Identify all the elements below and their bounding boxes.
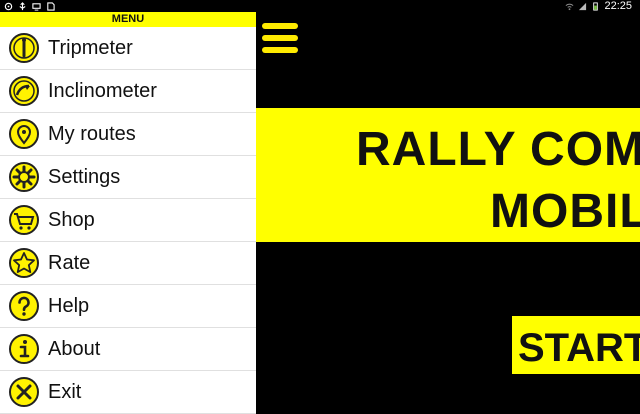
menu-list: Tripmeter Inclinometer My routes Setting… (0, 27, 256, 414)
question-icon (8, 290, 40, 322)
menu-item-label: My routes (48, 122, 136, 145)
screen-icon (32, 2, 41, 11)
menu-item-inclinometer[interactable]: Inclinometer (0, 70, 256, 113)
signal-icon (578, 2, 587, 11)
menu-item-label: Shop (48, 208, 95, 231)
menu-item-exit[interactable]: Exit (0, 371, 256, 414)
title-banner: RALLY COMPUTER MOBILE (256, 108, 640, 242)
menu-item-tripmeter[interactable]: Tripmeter (0, 27, 256, 70)
menu-item-label: Exit (48, 380, 82, 403)
gps-icon (4, 2, 13, 11)
menu-item-my-routes[interactable]: My routes (0, 113, 256, 156)
start-button[interactable]: START (512, 316, 640, 374)
menu-item-label: Settings (48, 165, 121, 188)
usb-icon (18, 1, 27, 11)
close-icon (8, 376, 40, 408)
status-time: 22:25 (604, 0, 632, 12)
navigation-drawer: MENU Tripmeter Inclinometer My routes Se… (0, 12, 256, 414)
inclinometer-icon (8, 75, 40, 107)
app-title-line1: RALLY COMPUTER (356, 123, 640, 176)
menu-item-label: Tripmeter (48, 36, 133, 59)
info-icon (8, 333, 40, 365)
menu-item-label: Rate (48, 251, 91, 274)
start-label: START (518, 326, 640, 370)
menu-item-label: Inclinometer (48, 79, 157, 102)
menu-item-rate[interactable]: Rate (0, 242, 256, 285)
star-icon (8, 247, 40, 279)
menu-item-label: Help (48, 294, 90, 317)
menu-icon[interactable] (262, 23, 298, 53)
app-title-line2: MOBILE (490, 185, 640, 238)
battery-icon (591, 1, 600, 11)
wifi-icon (565, 2, 574, 11)
sd-card-icon (46, 1, 55, 11)
status-bar: 22:25 (0, 0, 640, 12)
menu-header: MENU (0, 12, 256, 27)
map-pin-icon (8, 118, 40, 150)
gear-icon (8, 161, 40, 193)
menu-item-settings[interactable]: Settings (0, 156, 256, 199)
menu-item-help[interactable]: Help (0, 285, 256, 328)
tripmeter-icon (8, 32, 40, 64)
menu-item-about[interactable]: About (0, 328, 256, 371)
menu-item-label: About (48, 337, 101, 360)
main-screen: RALLY COMPUTER MOBILE START (256, 12, 640, 400)
cart-icon (8, 204, 40, 236)
menu-item-shop[interactable]: Shop (0, 199, 256, 242)
